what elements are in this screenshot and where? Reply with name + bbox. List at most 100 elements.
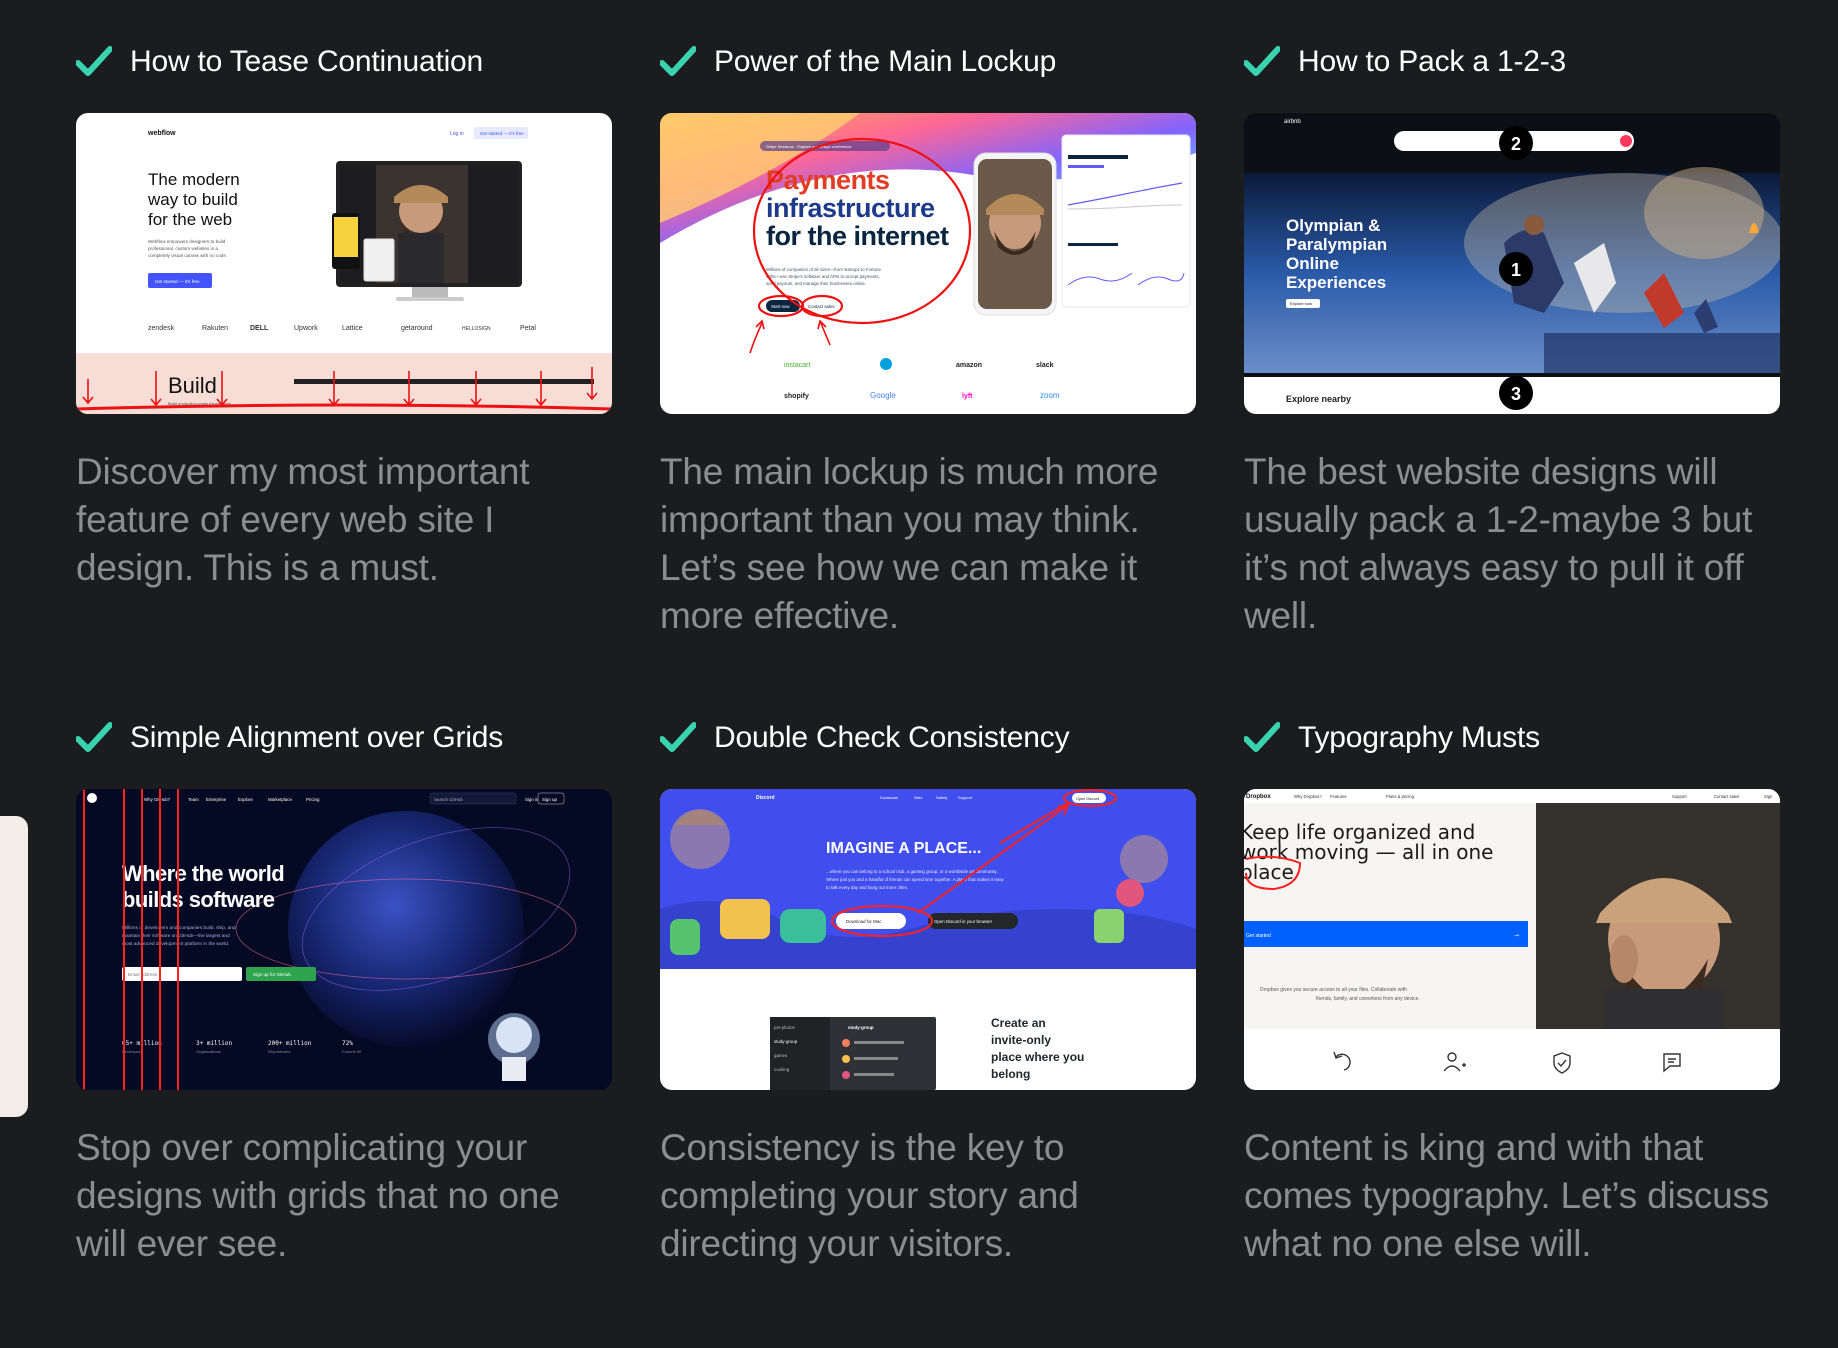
svg-text:slack: slack <box>1036 362 1054 369</box>
svg-text:Plans & pricing: Plans & pricing <box>1386 794 1415 799</box>
svg-text:Olympian &: Olympian & <box>1286 216 1380 235</box>
svg-text:Developers: Developers <box>122 1049 142 1054</box>
svg-text:Safety: Safety <box>936 795 947 800</box>
card-description: Discover my most important feature of ev… <box>76 451 530 588</box>
webflow-screenshot: webflow Log in Get started — it's free T… <box>76 113 612 414</box>
svg-text:Online: Online <box>1286 254 1339 273</box>
card-description: The main lockup is much more important t… <box>660 451 1159 636</box>
card-description: Consistency is the key to completing you… <box>660 1127 1079 1264</box>
svg-text:DELL: DELL <box>250 325 269 332</box>
card-thumbnail-discord[interactable]: Discord Download Nitro Safety Support Op… <box>660 789 1196 1090</box>
svg-text:place where you: place where you <box>991 1050 1084 1064</box>
svg-text:Explore: Explore <box>238 797 253 802</box>
svg-text:3+ million: 3+ million <box>196 1040 233 1047</box>
card-header: How to Pack a 1-2-3 <box>1244 40 1780 84</box>
svg-text:Search GitHub: Search GitHub <box>434 797 463 802</box>
checkmark-icon <box>1244 722 1280 752</box>
card-header: Power of the Main Lockup <box>660 40 1196 84</box>
checkmark-icon <box>76 722 112 752</box>
svg-text:completely visual canvas with: completely visual canvas with no code. <box>148 253 227 258</box>
svg-text:Lattice: Lattice <box>342 325 363 332</box>
svg-text:1: 1 <box>1511 260 1521 280</box>
svg-text:Contact sales: Contact sales <box>808 304 835 309</box>
svg-text:games: games <box>774 1053 788 1058</box>
svg-text:for the web: for the web <box>148 210 232 229</box>
svg-text:Create an: Create an <box>991 1016 1046 1030</box>
svg-text:Features: Features <box>1330 794 1347 799</box>
svg-text:Download for Mac: Download for Mac <box>846 919 882 924</box>
svg-text:maintain their software on Git: maintain their software on GitHub—the la… <box>122 933 230 939</box>
previous-card-peek <box>0 816 28 1117</box>
card-title[interactable]: Power of the Main Lockup <box>714 45 1056 79</box>
article-card-main-lockup[interactable]: Power of the Main Lockup Stripe Sessions… <box>660 40 1196 640</box>
svg-text:The modern: The modern <box>148 170 240 189</box>
card-description: Stop over complicating your designs with… <box>76 1127 560 1264</box>
svg-text:cooking: cooking <box>774 1067 790 1072</box>
svg-text:Millions of companies of all s: Millions of companies of all sizes—from … <box>766 267 881 272</box>
card-header: Simple Alignment over Grids <box>76 716 612 760</box>
card-header: Typography Musts <box>1244 716 1780 760</box>
svg-text:Team: Team <box>188 797 199 802</box>
svg-text:Organizations: Organizations <box>196 1049 221 1054</box>
svg-text:HELLOSIGN: HELLOSIGN <box>462 326 491 332</box>
svg-text:Where just you and a handful o: Where just you and a handful of friends … <box>826 877 1004 882</box>
svg-text:Paralympian: Paralympian <box>1286 235 1387 254</box>
svg-text:Sign up: Sign up <box>542 797 557 802</box>
svg-text:Payments: Payments <box>766 165 890 195</box>
svg-text:Rakuten: Rakuten <box>202 325 228 332</box>
svg-text:Marketplace: Marketplace <box>268 797 292 802</box>
article-card-typography[interactable]: Typography Musts Dropbox Why Dropbox? Fe… <box>1244 716 1780 1316</box>
svg-text:infrastructure: infrastructure <box>766 193 935 223</box>
card-thumbnail-webflow[interactable]: webflow Log in Get started — it's free T… <box>76 113 612 414</box>
svg-text:Start now: Start now <box>771 304 790 309</box>
svg-text:zoom: zoom <box>1040 391 1060 400</box>
svg-text:Get started: Get started <box>1246 933 1271 939</box>
article-grid: How to Tease Continuation webflow Log in… <box>76 40 1780 1316</box>
svg-text:Where the world: Where the world <box>122 861 284 886</box>
card-thumbnail-stripe[interactable]: Stripe Sessions · Explore our design con… <box>660 113 1196 414</box>
checkmark-icon <box>76 46 112 76</box>
card-thumbnail-github[interactable]: Why GitHub? Team Enterprise Explore Mark… <box>76 789 612 1090</box>
svg-text:to talk every day and hang out: to talk every day and hang out more ofte… <box>826 885 908 890</box>
svg-text:Get started — it's free: Get started — it's free <box>480 131 524 136</box>
svg-text:Get started — it's free: Get started — it's free <box>155 279 200 284</box>
card-thumbnail-dropbox[interactable]: Dropbox Why Dropbox? Features Plans & pr… <box>1244 789 1780 1090</box>
svg-text:Support: Support <box>1672 794 1688 799</box>
github-screenshot: Why GitHub? Team Enterprise Explore Mark… <box>76 789 612 1090</box>
svg-text:Sign up for GitHub: Sign up for GitHub <box>253 972 291 977</box>
article-card-consistency[interactable]: Double Check Consistency Discord Downloa… <box>660 716 1196 1316</box>
svg-text:Fortune 50: Fortune 50 <box>342 1049 362 1054</box>
svg-text:study-group: study-group <box>848 1025 874 1030</box>
card-title[interactable]: How to Tease Continuation <box>130 45 483 79</box>
card-title[interactable]: Simple Alignment over Grids <box>130 721 503 755</box>
svg-text:way to build: way to build <box>147 190 238 209</box>
dropbox-logo: Dropbox <box>1246 794 1271 800</box>
svg-text:Webflow empowers designers to: Webflow empowers designers to build <box>148 239 226 244</box>
svg-text:Explore nearby: Explore nearby <box>1286 394 1351 404</box>
stripe-screenshot: Stripe Sessions · Explore our design con… <box>660 113 1196 414</box>
svg-text:Why GitHub?: Why GitHub? <box>144 797 171 802</box>
svg-text:Build: Build <box>168 373 217 398</box>
svg-text:72%: 72% <box>342 1040 353 1047</box>
airbnb-logo: airbnb <box>1284 119 1301 125</box>
card-title[interactable]: How to Pack a 1-2-3 <box>1298 45 1566 79</box>
svg-text:friends, family, and coworkers: friends, family, and coworkers from any … <box>1316 996 1420 1002</box>
svg-text:200+ million: 200+ million <box>268 1040 312 1047</box>
card-title[interactable]: Typography Musts <box>1298 721 1540 755</box>
svg-text:Nitro: Nitro <box>914 795 923 800</box>
svg-text:Sign: Sign <box>1764 794 1773 799</box>
card-description: The best website designs will usually pa… <box>1244 451 1753 636</box>
svg-text:Download: Download <box>880 795 898 800</box>
card-header: How to Tease Continuation <box>76 40 612 84</box>
svg-text:study-group: study-group <box>774 1039 798 1044</box>
article-card-tease-continuation[interactable]: How to Tease Continuation webflow Log in… <box>76 40 612 640</box>
svg-text:Log in: Log in <box>450 131 464 137</box>
card-thumbnail-airbnb[interactable]: airbnb Olympian & Paralympian Online Exp… <box>1244 113 1780 414</box>
svg-text:amazon: amazon <box>956 362 982 369</box>
card-description: Content is king and with that comes typo… <box>1244 1127 1770 1264</box>
svg-text:shopify: shopify <box>784 393 809 400</box>
svg-text:Contact sales: Contact sales <box>1714 794 1739 799</box>
card-title[interactable]: Double Check Consistency <box>714 721 1070 755</box>
article-card-pack-123[interactable]: How to Pack a 1-2-3 airbnb Olympian & Pa… <box>1244 40 1780 640</box>
article-card-alignment-grids[interactable]: Simple Alignment over Grids Why GitHub? … <box>76 716 612 1316</box>
